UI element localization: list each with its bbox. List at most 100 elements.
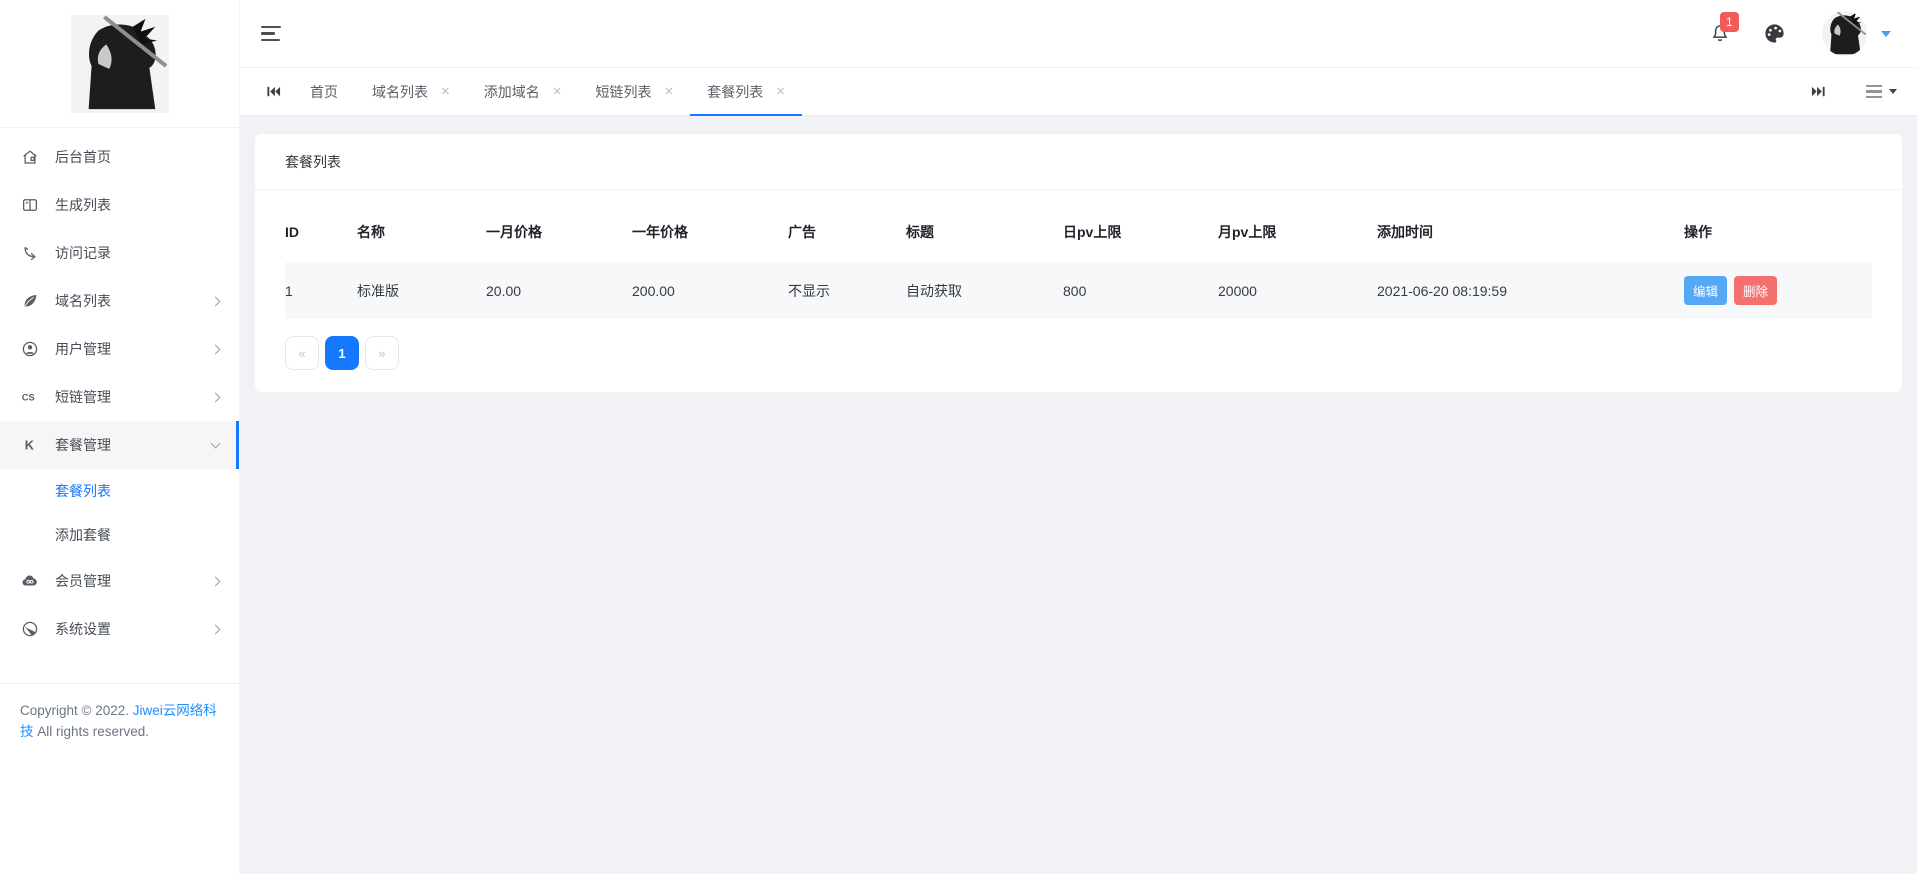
table-cell: 标准版 (357, 262, 486, 319)
table-wrap: ID名称一月价格一年价格广告标题日pv上限月pv上限添加时间操作 1标准版20.… (255, 190, 1902, 319)
sidebar-item-generate-list[interactable]: 生成列表 (0, 181, 239, 229)
table-cell-actions: 编辑删除 (1684, 262, 1872, 319)
pagination: «1» (255, 319, 1902, 392)
table-row: 1标准版20.00200.00不显示自动获取800200002021-06-20… (285, 262, 1872, 319)
sidebar-item-member-mgmt[interactable]: 会员管理 (0, 557, 239, 605)
table-header-row: ID名称一月价格一年价格广告标题日pv上限月pv上限添加时间操作 (285, 204, 1872, 262)
tab-close-icon[interactable]: × (553, 84, 562, 99)
tab-label: 域名列表 (372, 82, 428, 102)
chevron-right-icon (211, 392, 221, 402)
column-header: ID (285, 204, 357, 262)
menu-fold-icon[interactable] (257, 22, 285, 46)
sidebar-item-system-settings[interactable]: 系统设置 (0, 605, 239, 653)
tab-label: 套餐列表 (707, 82, 763, 102)
app-logo (0, 0, 239, 128)
tab-短链列表[interactable]: 短链列表× (579, 68, 691, 115)
sidebar-item-label: 域名列表 (55, 291, 111, 311)
table-cell: 20.00 (486, 262, 632, 319)
tab-label: 添加域名 (484, 82, 540, 102)
palette-icon (1763, 22, 1786, 45)
tab-域名列表[interactable]: 域名列表 × (355, 68, 467, 115)
table-cell: 1 (285, 262, 357, 319)
table-cell: 2021-06-20 08:19:59 (1377, 262, 1684, 319)
tab-close-icon[interactable]: × (665, 84, 674, 99)
copyright: Copyright © 2022. Jiwei云网络科技 All rights … (0, 683, 239, 743)
svg-text:CS: CS (22, 392, 35, 402)
sidebar-item-label: 套餐管理 (55, 435, 111, 455)
caret-down-icon[interactable] (1881, 31, 1891, 37)
sidebar-item-user-mgmt[interactable]: 用户管理 (0, 325, 239, 373)
cs-icon: CS (20, 387, 40, 407)
column-header: 一年价格 (632, 204, 788, 262)
sidebar-item-label: 会员管理 (55, 571, 111, 591)
leaf-icon (20, 291, 40, 311)
tab-scroll-end-icon[interactable] (1799, 84, 1838, 99)
user-icon (20, 339, 40, 359)
pagination-prev-button[interactable]: « (285, 336, 319, 370)
sidebar-item-label: 用户管理 (55, 339, 111, 359)
column-header: 一月价格 (486, 204, 632, 262)
sidebar-subitem-package-add[interactable]: 添加套餐 (0, 513, 239, 557)
column-header: 日pv上限 (1063, 204, 1218, 262)
table-cell: 20000 (1218, 262, 1377, 319)
copyright-prefix: Copyright © 2022. (20, 703, 133, 718)
tabbar: 首页域名列表×添加域名×短链列表×套餐列表× (240, 67, 1917, 116)
topbar-right: 1 (1709, 11, 1891, 56)
column-header: 标题 (906, 204, 1063, 262)
tab-close-icon[interactable]: × (776, 84, 785, 99)
sidebar-item-visit-records[interactable]: 访问记录 (0, 229, 239, 277)
sidebar: 后台首页生成列表访问记录域名列表用户管理 CS 短链管理 K 套餐管理套餐列表添加套餐会… (0, 0, 240, 874)
tab-添加域名[interactable]: 添加域名 × (467, 68, 579, 115)
tab-套餐列表[interactable]: 套餐列表 × (690, 68, 802, 115)
chevron-right-icon (211, 624, 221, 634)
main-column: 1 (240, 0, 1917, 874)
sidebar-submenu-package-mgmt: 套餐列表添加套餐 (0, 469, 239, 557)
column-header: 月pv上限 (1218, 204, 1377, 262)
sidebar-item-label: 后台首页 (55, 147, 111, 167)
globe-icon (20, 619, 40, 639)
sidebar-subitem-package-list[interactable]: 套餐列表 (0, 469, 239, 513)
pagination-page-1[interactable]: 1 (325, 336, 359, 370)
sidebar-item-dashboard[interactable]: 后台首页 (0, 133, 239, 181)
notifications-button[interactable]: 1 (1709, 23, 1731, 45)
tab-label: 首页 (310, 82, 338, 102)
page-content: 套餐列表 ID名称一月价格一年价格广告标题日pv上限月pv上限添加时间操作 1标… (240, 116, 1917, 874)
chevron-down-icon (211, 439, 221, 449)
sidebar-item-label: 短链管理 (55, 387, 111, 407)
package-list-card: 套餐列表 ID名称一月价格一年价格广告标题日pv上限月pv上限添加时间操作 1标… (255, 134, 1902, 392)
delete-button[interactable]: 删除 (1734, 276, 1777, 305)
sidebar-item-label: 系统设置 (55, 619, 111, 639)
home-icon (20, 147, 40, 167)
copyright-suffix: All rights reserved. (34, 724, 150, 739)
cloud-icon (20, 571, 40, 591)
column-header: 添加时间 (1377, 204, 1684, 262)
sidebar-item-domain-list[interactable]: 域名列表 (0, 277, 239, 325)
sidebar-menu: 后台首页生成列表访问记录域名列表用户管理 CS 短链管理 K 套餐管理套餐列表添加套餐会… (0, 128, 239, 653)
k-icon: K (20, 435, 40, 455)
theme-button[interactable] (1763, 22, 1786, 45)
tab-首页[interactable]: 首页 (293, 68, 355, 115)
chevron-right-icon (211, 344, 221, 354)
table-cell: 不显示 (788, 262, 906, 319)
chevron-right-icon (211, 576, 221, 586)
panel-icon (20, 195, 40, 215)
tab-scroll-start-icon[interactable] (254, 68, 293, 115)
card-title: 套餐列表 (255, 134, 1902, 190)
tab-close-icon[interactable]: × (441, 84, 450, 99)
table-cell: 200.00 (632, 262, 788, 319)
notification-badge: 1 (1720, 12, 1739, 32)
sidebar-item-shortlink-mgmt[interactable]: CS 短链管理 (0, 373, 239, 421)
sidebar-item-package-mgmt[interactable]: K 套餐管理 (0, 421, 239, 469)
pagination-next-button[interactable]: » (365, 336, 399, 370)
avatar-image (1822, 11, 1867, 56)
edit-button[interactable]: 编辑 (1684, 276, 1727, 305)
avatar[interactable] (1822, 11, 1867, 56)
package-table: ID名称一月价格一年价格广告标题日pv上限月pv上限添加时间操作 1标准版20.… (285, 204, 1872, 319)
tab-options-icon[interactable] (1860, 85, 1903, 99)
svg-text:K: K (25, 438, 35, 453)
chevron-right-icon (211, 296, 221, 306)
tab-list: 首页域名列表×添加域名×短链列表×套餐列表× (293, 68, 802, 115)
sidebar-item-label: 生成列表 (55, 195, 111, 215)
column-header: 广告 (788, 204, 906, 262)
column-header: 操作 (1684, 204, 1872, 262)
